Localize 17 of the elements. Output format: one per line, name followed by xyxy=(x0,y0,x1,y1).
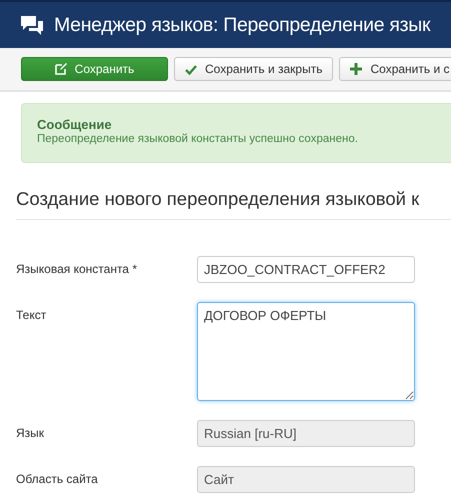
save-button[interactable]: Сохранить xyxy=(21,57,168,81)
form-heading: Создание нового переопределения языковой к xyxy=(16,188,451,220)
field-label: Языковая константа * xyxy=(16,261,138,278)
edit-icon xyxy=(54,63,67,75)
check-icon xyxy=(185,64,197,74)
input-field[interactable]: JBZOO_CONTRACT_OFFER2 xyxy=(197,256,415,283)
toolbar-button[interactable]: Сохранить и с xyxy=(339,57,451,81)
comments-icon xyxy=(20,14,44,36)
message-heading: Сообщение xyxy=(37,117,113,132)
field-label: Текст xyxy=(16,307,48,324)
field-label: Область сайта xyxy=(16,471,99,488)
field-label: Язык xyxy=(16,425,46,442)
plus-icon xyxy=(350,63,362,75)
toolbar-button[interactable]: Сохранить и закрыть xyxy=(174,57,334,81)
text-area[interactable]: ДОГОВОР ОФЕРТЫ xyxy=(197,302,415,401)
message-text: Переопределение языковой константы успешно сохранено. xyxy=(37,133,359,145)
page-title: Менеджер языков: Переопределение язык xyxy=(54,14,430,36)
